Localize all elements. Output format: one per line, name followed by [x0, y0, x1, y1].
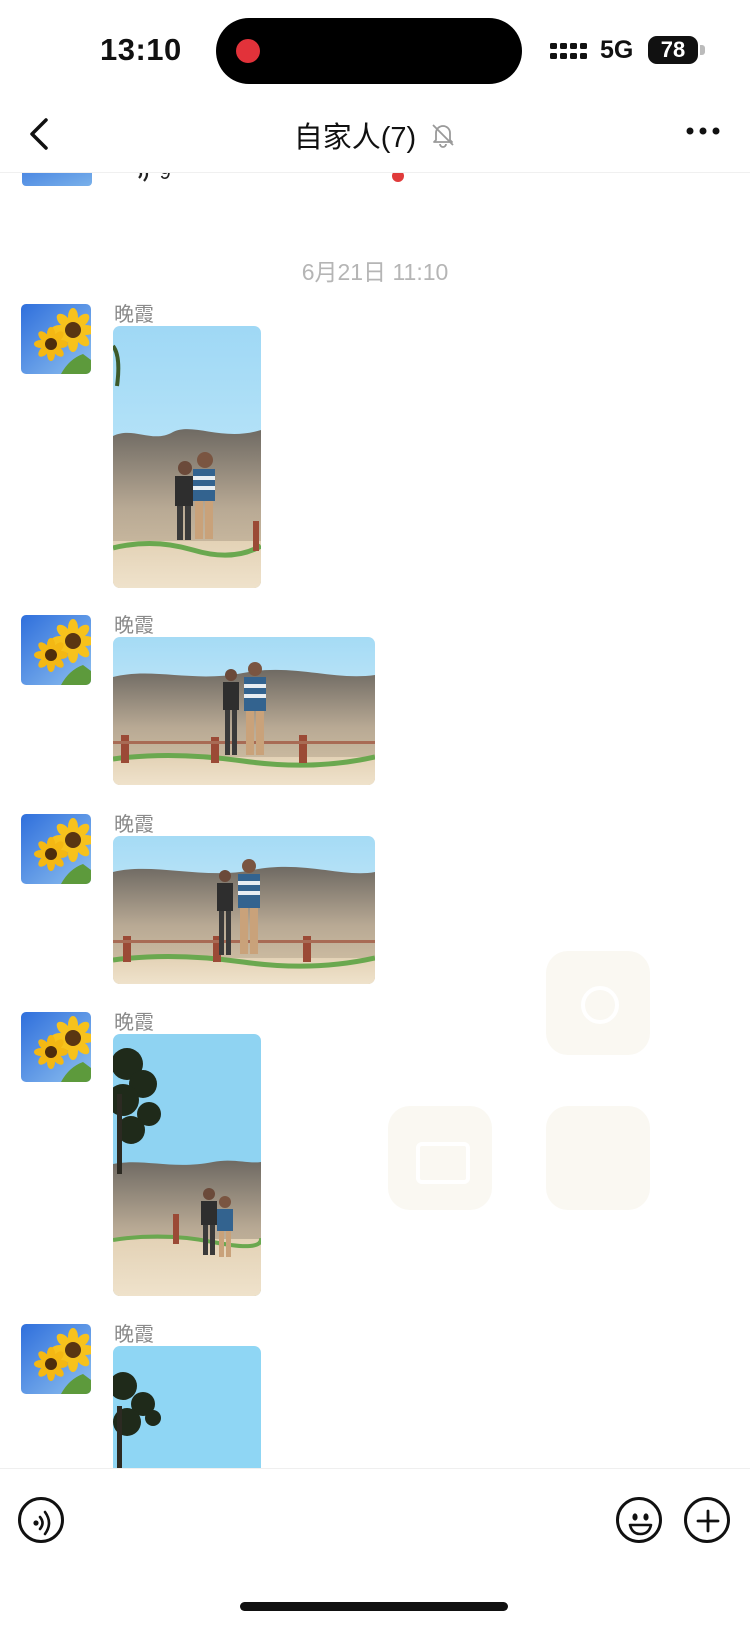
input-bar: [0, 1468, 750, 1626]
timer-icon: [581, 986, 619, 1024]
avatar[interactable]: [21, 1324, 91, 1394]
image-message[interactable]: [113, 1034, 261, 1296]
sender-name: 晚霞: [114, 1324, 154, 1346]
voice-input-icon[interactable]: [18, 1497, 64, 1543]
home-indicator[interactable]: [240, 1602, 508, 1611]
avatar[interactable]: [21, 304, 91, 374]
network-type: 5G: [600, 36, 634, 64]
ghost-timer-tile: [546, 951, 650, 1055]
bell-muted-icon: [432, 124, 454, 148]
ghost-blank-tile: [546, 1106, 650, 1210]
chat-title: 自家人(7): [293, 122, 417, 154]
status-bar: 13:10 5G 78: [0, 0, 750, 100]
sender-name: 晚霞: [114, 615, 154, 637]
avatar[interactable]: [21, 814, 91, 884]
recording-indicator-icon: [236, 39, 260, 63]
sender-name: 晚霞: [114, 814, 154, 836]
signal-bars-icon: [550, 43, 587, 59]
ghost-wallet-tile: [388, 1106, 492, 1210]
image-message[interactable]: [113, 326, 261, 588]
avatar[interactable]: [21, 1012, 91, 1082]
sender-name: 晚霞: [114, 304, 154, 326]
chat-title-area[interactable]: 自家人(7): [0, 114, 750, 156]
more-dots-icon[interactable]: [686, 124, 720, 138]
battery-level: 78: [660, 37, 686, 62]
chat-header: 自家人(7): [0, 100, 750, 173]
wallet-icon: [416, 1142, 470, 1184]
dynamic-island: [216, 18, 522, 84]
image-message[interactable]: [113, 637, 375, 785]
message-timestamp: 6月21日 11:10: [301, 259, 449, 285]
avatar[interactable]: [21, 615, 91, 685]
status-time: 13:10: [100, 32, 182, 67]
emoji-icon[interactable]: [616, 1497, 662, 1543]
image-message[interactable]: [113, 836, 375, 984]
battery-icon: 78: [648, 36, 698, 64]
image-message[interactable]: [113, 1346, 261, 1468]
battery-tip: [700, 45, 705, 55]
sender-name: 晚霞: [114, 1012, 154, 1034]
plus-icon[interactable]: [684, 1497, 730, 1543]
